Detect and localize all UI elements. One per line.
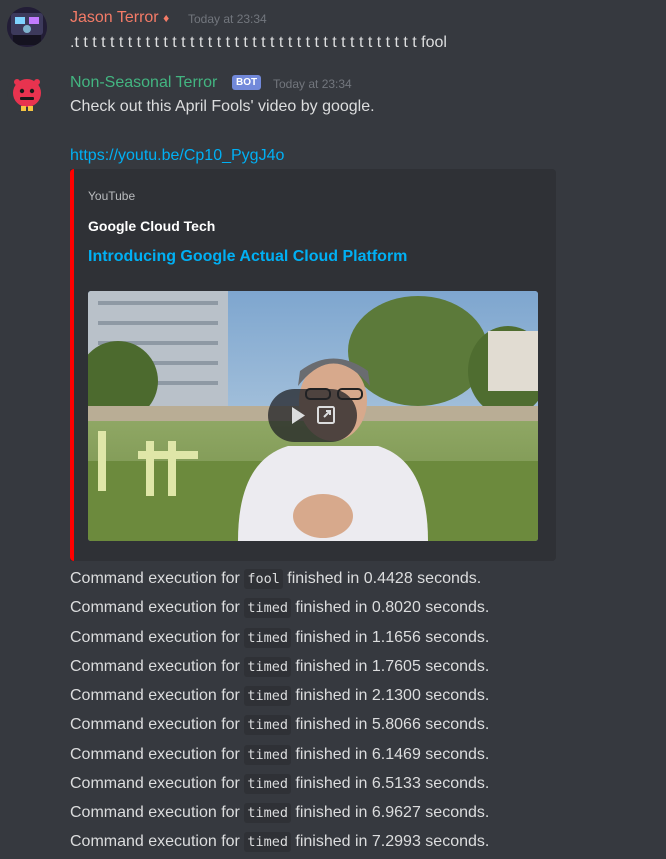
command-prefix-text: Command execution for [70,570,240,587]
command-log-line: Command execution for timed finished in … [70,745,489,765]
command-log-line: Command execution for timed finished in … [70,832,489,852]
timestamp: Today at 23:34 [188,12,267,26]
message-content: .t t t t t t t t t t t t t t t t t t t t… [70,34,447,51]
command-log-line: Command execution for timed finished in … [70,598,489,618]
author-name-non-seasonal-terror[interactable]: Non-Seasonal Terror [70,73,217,93]
command-duration: 5.8066 seconds. [371,716,490,733]
command-prefix-text: Command execution for [70,775,240,792]
command-duration: 2.1300 seconds. [371,687,490,704]
command-duration: 0.4428 seconds. [363,570,482,587]
author-name-jason-terror[interactable]: Jason Terror ♦ [70,8,169,28]
command-middle-text: finished in [295,599,368,616]
command-name-code: timed [244,657,291,677]
command-middle-text: finished in [295,716,368,733]
video-thumbnail[interactable] [88,291,538,541]
avatar-image [7,7,47,47]
command-log-line: Command execution for timed finished in … [70,628,489,648]
command-name-code: timed [244,774,291,794]
command-middle-text: finished in [295,746,368,763]
command-middle-text: finished in [295,687,368,704]
command-duration: 6.9627 seconds. [371,804,490,821]
message-link[interactable]: https://youtu.be/Cp10_PygJ4o [70,146,284,166]
command-duration: 6.5133 seconds. [371,775,490,792]
command-prefix-text: Command execution for [70,629,240,646]
command-name-code: timed [244,832,291,852]
embed-title[interactable]: Introducing Google Actual Cloud Platform [88,248,407,266]
command-prefix-text: Command execution for [70,716,240,733]
diamond-icon: ♦ [163,11,170,25]
command-middle-text: finished in [295,629,368,646]
command-name-code: fool [244,569,283,589]
command-log-line: Command execution for timed finished in … [70,657,489,677]
command-prefix-text: Command execution for [70,687,240,704]
message-content: Check out this April Fools' video by goo… [70,98,375,115]
command-middle-text: finished in [295,658,368,675]
command-log-line: Command execution for timed finished in … [70,803,489,823]
command-prefix-text: Command execution for [70,746,240,763]
robot-face-icon [13,79,41,111]
video-embed: YouTube Google Cloud Tech Introducing Go… [70,169,556,561]
youtube-link[interactable]: https://youtu.be/Cp10_PygJ4o [70,147,284,164]
avatar-jason-terror[interactable] [7,7,47,47]
command-prefix-text: Command execution for [70,804,240,821]
command-name-code: timed [244,686,291,706]
embed-author[interactable]: Google Cloud Tech [88,218,215,234]
command-name-code: timed [244,598,291,618]
video-controls [268,389,357,442]
command-duration: 0.8020 seconds. [371,599,490,616]
command-log-line: Command execution for timed finished in … [70,715,489,735]
command-prefix-text: Command execution for [70,833,240,850]
command-log-line: Command execution for fool finished in 0… [70,569,481,589]
command-prefix-text: Command execution for [70,658,240,675]
command-middle-text: finished in [295,804,368,821]
avatar-non-seasonal-terror[interactable] [7,73,47,113]
open-external-icon[interactable] [317,406,335,424]
command-name-code: timed [244,715,291,735]
command-duration: 7.2993 seconds. [371,833,490,850]
command-name-code: timed [244,628,291,648]
command-middle-text: finished in [287,570,360,587]
command-name-code: timed [244,745,291,765]
play-icon[interactable] [292,407,305,424]
embed-provider[interactable]: YouTube [88,189,135,203]
command-middle-text: finished in [295,833,368,850]
command-prefix-text: Command execution for [70,599,240,616]
command-duration: 1.1656 seconds. [371,629,490,646]
command-duration: 1.7605 seconds. [371,658,490,675]
command-log-line: Command execution for timed finished in … [70,686,489,706]
command-log-line: Command execution for timed finished in … [70,774,489,794]
command-middle-text: finished in [295,775,368,792]
embed-accent-bar [70,169,74,561]
timestamp: Today at 23:34 [273,77,352,91]
command-name-code: timed [244,803,291,823]
command-duration: 6.1469 seconds. [371,746,490,763]
bot-badge: BOT [232,75,262,90]
